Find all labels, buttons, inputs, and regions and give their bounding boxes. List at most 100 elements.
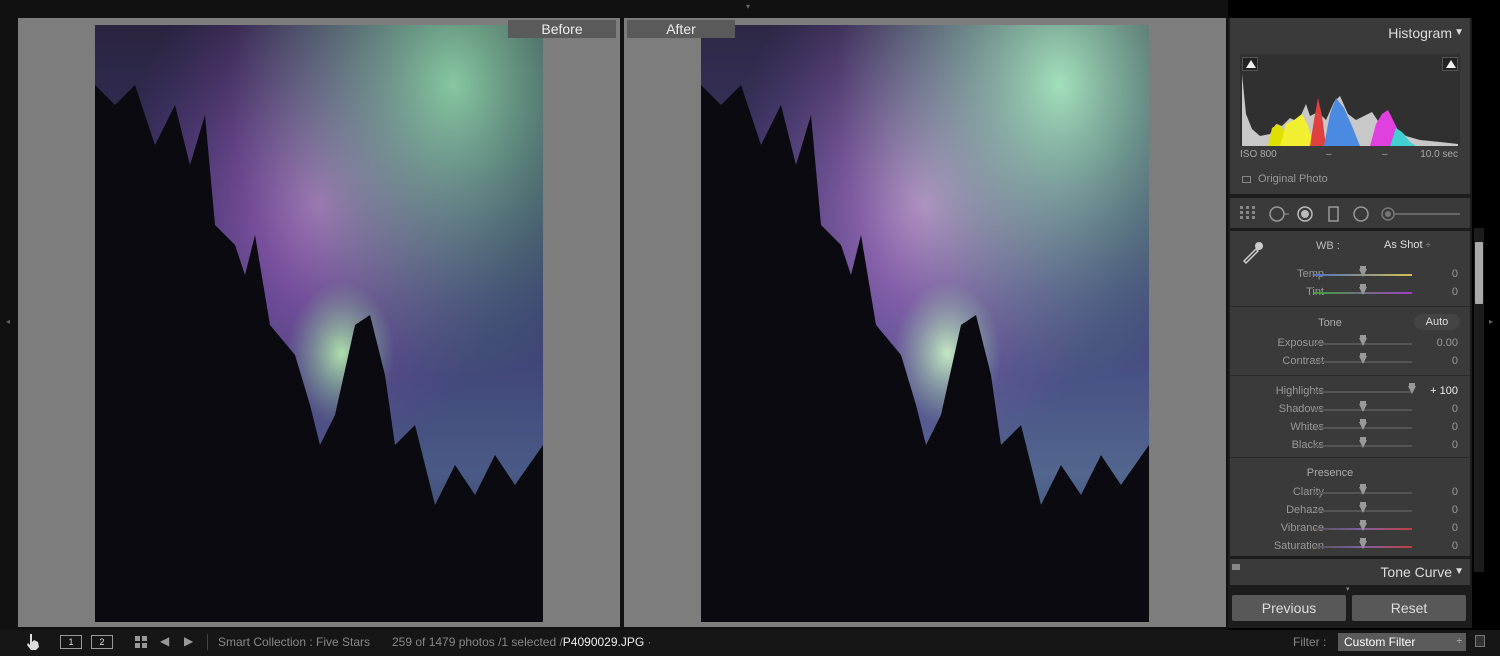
histogram-title[interactable]: Histogram [1388,25,1452,41]
vibrance-value[interactable]: 0 [1452,522,1458,534]
presence-title: Presence [1306,467,1354,479]
before-photo[interactable] [95,25,543,622]
blacks-slider-row[interactable]: Blacks 0 [1230,437,1470,455]
saturation-value[interactable]: 0 [1452,540,1458,552]
grid-overlay-icon[interactable] [1240,206,1258,220]
blacks-value[interactable]: 0 [1452,439,1458,451]
collection-name[interactable]: Smart Collection : Five Stars [218,635,370,649]
panel-switch-icon[interactable] [1232,564,1240,570]
shutter-value: 10.0 sec [1420,149,1458,160]
tone-title: Tone [1318,317,1342,329]
wb-label: WB : [1316,240,1340,252]
clarity-slider-row[interactable]: Clarity 0 [1230,484,1470,502]
contrast-thumb[interactable] [1359,353,1367,364]
shadow-clipping-button[interactable] [1242,57,1258,71]
original-photo-checkbox[interactable] [1242,176,1251,183]
saturation-thumb[interactable] [1359,538,1367,549]
histogram-panel: Histogram ▼ ISO 800 – – 10.0 sec Origina… [1230,18,1470,194]
toolbar-separator [207,634,208,650]
highlights-thumb[interactable] [1408,383,1416,394]
filter-label: Filter : [1293,635,1327,649]
temp-slider-row[interactable]: Temp 0 [1230,266,1470,284]
triangle-down-icon[interactable]: ▼ [1454,27,1464,38]
page-1-button[interactable]: 1 [60,635,82,649]
radial-filter-icon[interactable] [1352,206,1370,222]
iso-value: ISO 800 [1240,149,1277,160]
presence-divider [1230,457,1470,458]
original-photo-label: Original Photo [1258,173,1328,185]
shadows-value[interactable]: 0 [1452,403,1458,415]
tint-slider-row[interactable]: Tint 0 [1230,284,1470,302]
dehaze-slider-row[interactable]: Dehaze 0 [1230,502,1470,520]
tone-divider [1230,375,1470,376]
tone-curve-panel: Tone Curve ▼ [1230,559,1470,585]
graduated-filter-icon[interactable] [1328,206,1340,222]
basic-panel: WB : As Shot ÷ Temp 0 Tint 0 Tone Auto E… [1230,231,1470,556]
highlights-value[interactable]: + 100 [1430,385,1458,397]
after-pane: After [624,18,1226,627]
after-label: After [627,20,735,38]
spot-removal-icon[interactable] [1268,206,1290,222]
red-eye-icon[interactable] [1296,206,1314,222]
arrow-left-icon[interactable]: ◂ [6,318,10,326]
histogram-dash-1: – [1326,149,1332,160]
histogram-graph[interactable] [1240,54,1460,146]
reset-button[interactable]: Reset [1352,595,1466,621]
highlight-clipping-button[interactable] [1442,57,1458,71]
grid-view-icon[interactable] [135,636,147,648]
highlights-slider-row[interactable]: Highlights + 100 [1230,383,1470,401]
filename[interactable]: P4090029.JPG [563,635,644,649]
filter-dropdown-icon: ÷ [1456,636,1463,647]
exposure-value[interactable]: 0.00 [1437,337,1458,349]
temp-thumb[interactable] [1359,266,1367,277]
temp-value[interactable]: 0 [1452,268,1458,280]
exposure-slider-row[interactable]: Exposure 0.00 [1230,335,1470,353]
photo-count: 259 of 1479 photos /1 selected /P4090029… [392,635,652,649]
filename-suffix: · [647,635,652,649]
wb-select[interactable]: As Shot ÷ [1384,239,1431,251]
after-photo[interactable] [701,25,1149,622]
saturation-slider-row[interactable]: Saturation 0 [1230,538,1470,556]
shadows-thumb[interactable] [1359,401,1367,412]
filter-select[interactable]: Custom Filter ÷ [1338,633,1466,651]
tint-thumb[interactable] [1359,284,1367,295]
vibrance-thumb[interactable] [1359,520,1367,531]
photo-count-text: 259 of 1479 photos /1 selected / [392,635,563,649]
nav-back-icon[interactable]: ◀ [160,634,169,648]
tone-curve-title[interactable]: Tone Curve [1380,564,1452,580]
contrast-slider-row[interactable]: Contrast 0 [1230,353,1470,371]
filter-value: Custom Filter [1344,635,1416,649]
nav-forward-icon[interactable]: ▶ [184,634,193,648]
arrow-right-icon[interactable]: ▸ [1489,318,1493,326]
dehaze-thumb[interactable] [1359,502,1367,513]
filmstrip-bar: 1 2 ◀ ▶ Smart Collection : Five Stars 25… [0,630,1500,656]
eyedropper-icon[interactable] [1240,239,1266,265]
filter-lock-icon[interactable] [1475,635,1485,647]
wb-value: As Shot [1384,239,1423,251]
clarity-thumb[interactable] [1359,484,1367,495]
tool-strip [1230,198,1470,228]
shadows-slider-row[interactable]: Shadows 0 [1230,401,1470,419]
panel-scrollbar-thumb[interactable] [1475,242,1483,304]
hand-cursor-icon[interactable] [25,633,41,651]
brush-icon[interactable] [1380,206,1462,222]
wb-divider [1230,306,1470,307]
whites-thumb[interactable] [1359,419,1367,430]
arrow-up-icon[interactable]: ▾ [746,3,750,11]
highlights-track[interactable] [1314,391,1412,393]
auto-tone-button[interactable]: Auto [1414,314,1460,330]
page-2-button[interactable]: 2 [91,635,113,649]
blacks-thumb[interactable] [1359,437,1367,448]
exposure-thumb[interactable] [1359,335,1367,346]
contrast-value[interactable]: 0 [1452,355,1458,367]
before-label: Before [508,20,616,38]
dehaze-value[interactable]: 0 [1452,504,1458,516]
tint-value[interactable]: 0 [1452,286,1458,298]
whites-slider-row[interactable]: Whites 0 [1230,419,1470,437]
whites-value[interactable]: 0 [1452,421,1458,433]
vibrance-slider-row[interactable]: Vibrance 0 [1230,520,1470,538]
wb-dropdown-icon: ÷ [1425,240,1431,250]
previous-button[interactable]: Previous [1232,595,1346,621]
triangle-down-icon[interactable]: ▼ [1454,566,1464,577]
clarity-value[interactable]: 0 [1452,486,1458,498]
